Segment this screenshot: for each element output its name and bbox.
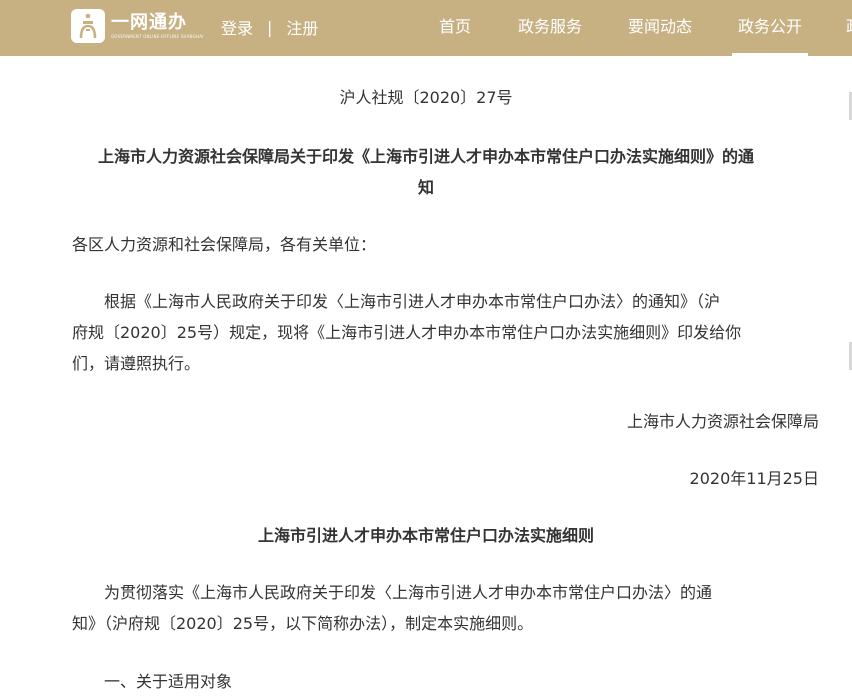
logo-text: 一网通办 GOVERNMENT ONLINE-OFFLINE SHANGHAI xyxy=(111,12,204,40)
body-line-1: 根据《上海市人民政府关于印发〈上海市引进人才申办本市常住户口办法〉的通知》（沪 xyxy=(104,292,721,311)
rules-title: 上海市引进人才申办本市常住户口办法实施细则 xyxy=(257,526,594,545)
auth-separator: | xyxy=(267,17,273,37)
logo-subtitle: GOVERNMENT ONLINE-OFFLINE SHANGHAI xyxy=(111,34,204,39)
intro-line-2: 知》（沪府规〔2020〕25号，以下简称办法），制定本实施细则。 xyxy=(72,614,534,633)
salutation: 各区人力资源和社会保障局，各有关单位： xyxy=(72,235,377,254)
document-content: 沪人社规〔2020〕27号 上海市人力资源社会保障局关于印发《上海市引进人才申办… xyxy=(0,56,852,696)
auth-links: 登录 | 注册 xyxy=(221,15,318,39)
logo-emblem-icon xyxy=(71,9,105,43)
issuing-authority: 上海市人力资源社会保障局 xyxy=(626,412,819,431)
nav-item-news[interactable]: 要闻动态 xyxy=(628,0,692,56)
body-line-3: 们，请遵照执行。 xyxy=(72,354,201,373)
document-number: 沪人社规〔2020〕27号 xyxy=(339,88,513,107)
intro-line-1: 为贯彻落实《上海市人民政府关于印发〈上海市引进人才申办本市常住户口办法〉的通 xyxy=(104,583,713,602)
issue-date: 2020年11月25日 xyxy=(689,469,819,488)
logo-name: 一网通办 xyxy=(111,12,187,33)
register-link[interactable]: 注册 xyxy=(286,15,318,39)
login-link[interactable]: 登录 xyxy=(221,15,253,39)
body-line-2: 府规〔2020〕25号）规定，现将《上海市引进人才申办本市常住户口办法实施细则》… xyxy=(72,323,742,342)
nav-item-home[interactable]: 首页 xyxy=(439,0,471,56)
document-title-line-2: 知 xyxy=(417,178,434,197)
site-logo[interactable]: 一网通办 GOVERNMENT ONLINE-OFFLINE SHANGHAI xyxy=(71,9,204,43)
top-navigation-bar: 一网通办 GOVERNMENT ONLINE-OFFLINE SHANGHAI … xyxy=(0,0,852,56)
section-heading-1: 一、关于适用对象 xyxy=(104,672,233,691)
nav-item-overflow[interactable]: 政 xyxy=(846,0,852,56)
nav-item-government-services[interactable]: 政务服务 xyxy=(518,0,582,56)
nav-item-government-disclosure[interactable]: 政务公开 xyxy=(731,0,809,56)
document-title-line-1: 上海市人力资源社会保障局关于印发《上海市引进人才申办本市常住户口办法实施细则》的… xyxy=(97,147,754,166)
